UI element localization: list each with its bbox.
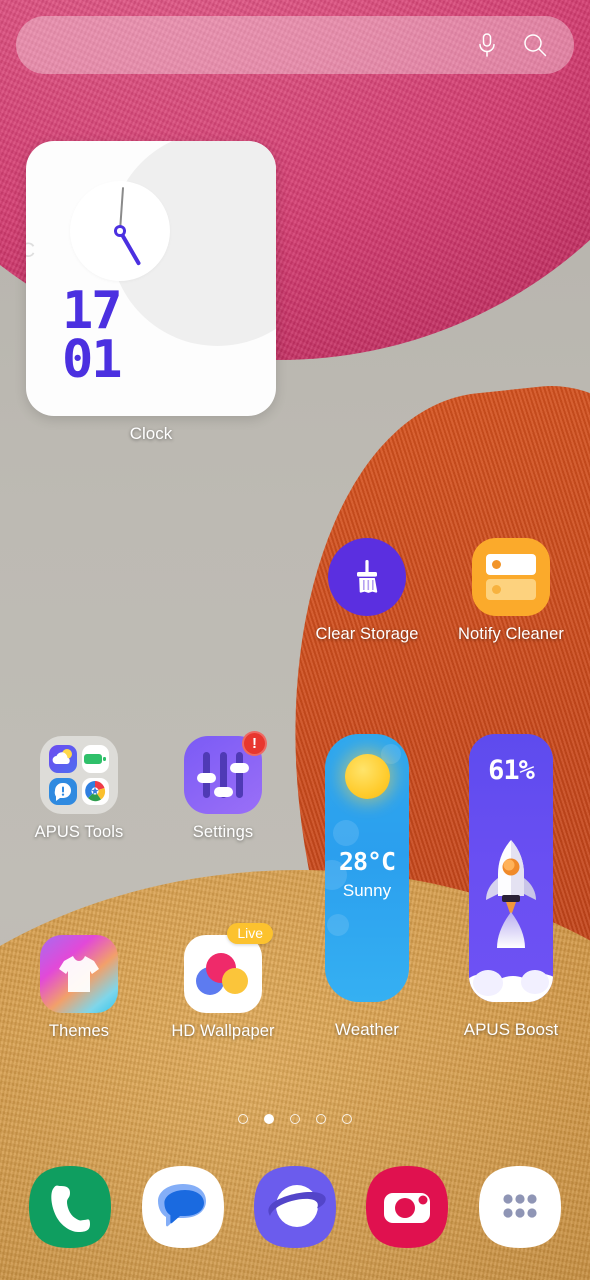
- page-dot-2-active[interactable]: [264, 1114, 274, 1124]
- clock-ghost-glyph: C: [26, 239, 36, 262]
- page-dot-3[interactable]: [290, 1114, 300, 1124]
- app-icon-themes[interactable]: Themes: [20, 935, 138, 1041]
- app-label-notify-cleaner: Notify Cleaner: [458, 625, 564, 643]
- notification-cards-icon: [472, 538, 550, 616]
- microphone-icon[interactable]: [470, 28, 504, 62]
- tshirt-icon: [40, 935, 118, 1013]
- clock-digital-time: 17 01: [62, 281, 123, 390]
- apus-tools-icon-wrap: [40, 736, 118, 814]
- weather-condition: Sunny: [342, 881, 392, 900]
- app-label-hd-wallpaper: HD Wallpaper: [171, 1022, 275, 1040]
- app-label-clear-storage: Clear Storage: [315, 625, 419, 643]
- dock: [0, 1164, 590, 1250]
- slider-thumb-3: [230, 763, 249, 773]
- clock-hours: 17: [62, 281, 123, 341]
- live-badge: Live: [227, 923, 273, 944]
- cloud-shape: [521, 970, 549, 994]
- app-icon-settings[interactable]: ! Settings: [164, 731, 282, 842]
- search-bar[interactable]: [16, 16, 574, 74]
- clock-widget[interactable]: C 17 01: [26, 141, 276, 416]
- weather-widget-label: Weather: [335, 1020, 399, 1039]
- app-folder-apus-tools[interactable]: APUS Tools: [20, 736, 138, 842]
- page-dot-4[interactable]: [316, 1114, 326, 1124]
- weather-temperature: 28°C: [338, 847, 396, 876]
- cloud-shape: [473, 970, 503, 996]
- page-indicator: [0, 1114, 590, 1124]
- broom-icon: [328, 538, 406, 616]
- notification-dot: [492, 585, 501, 594]
- sun-icon: [345, 754, 390, 799]
- app-label-apus-tools: APUS Tools: [34, 823, 124, 841]
- slider-thumb-1: [197, 773, 216, 783]
- clock-analog-face: [70, 181, 170, 281]
- clock-minutes: 01: [62, 329, 123, 390]
- info-mini-icon: [49, 777, 77, 805]
- dock-icon-app-drawer[interactable]: [477, 1164, 563, 1250]
- weather-mini-icon: [49, 745, 77, 773]
- weather-widget[interactable]: 28°C Sunny: [325, 734, 409, 1002]
- clock-widget-label: Clock: [129, 424, 173, 443]
- notification-dot: [492, 560, 501, 569]
- notification-card-top: [486, 554, 536, 575]
- weather-bubble: [327, 914, 349, 936]
- color-blobs-icon: [184, 935, 262, 1013]
- clear-storage-icon-wrap: [328, 538, 406, 616]
- themes-icon-wrap: [40, 935, 118, 1013]
- page-dot-5[interactable]: [342, 1114, 352, 1124]
- app-label-themes: Themes: [48, 1022, 110, 1040]
- hd-wallpaper-icon-wrap: Live: [184, 923, 273, 1013]
- slider-track-3: [236, 752, 243, 798]
- app-icon-clear-storage[interactable]: Clear Storage: [308, 538, 426, 644]
- dock-icon-messages[interactable]: [140, 1164, 226, 1250]
- battery-mini-icon: [81, 745, 109, 773]
- apus-boost-widget[interactable]: 61%: [469, 734, 553, 1002]
- dock-icon-camera[interactable]: [364, 1164, 450, 1250]
- search-input[interactable]: [42, 35, 470, 55]
- folder-icon: [40, 736, 118, 814]
- app-icon-notify-cleaner[interactable]: Notify Cleaner: [452, 538, 570, 644]
- app-icon-hd-wallpaper[interactable]: Live HD Wallpaper: [164, 923, 282, 1041]
- notify-cleaner-icon-wrap: [472, 538, 550, 616]
- weather-bubble: [333, 820, 359, 846]
- slider-thumb-2: [213, 787, 233, 797]
- color-blobs-group: [196, 951, 250, 997]
- apus-boost-widget-label: APUS Boost: [463, 1020, 559, 1039]
- color-wheel-mini-icon: [81, 777, 109, 805]
- clock-center-hub: [114, 225, 126, 237]
- settings-icon-wrap: !: [184, 731, 267, 814]
- notification-card-bottom: [486, 579, 536, 600]
- blob-yellow: [222, 968, 248, 994]
- dock-icon-phone[interactable]: [27, 1164, 113, 1250]
- rocket-icon: [480, 838, 542, 961]
- page-dot-1[interactable]: [238, 1114, 248, 1124]
- dock-icon-internet[interactable]: [252, 1164, 338, 1250]
- settings-alert-badge: !: [242, 731, 267, 756]
- search-icon[interactable]: [518, 28, 552, 62]
- boost-percent: 61%: [488, 755, 535, 786]
- app-label-settings: Settings: [192, 823, 254, 841]
